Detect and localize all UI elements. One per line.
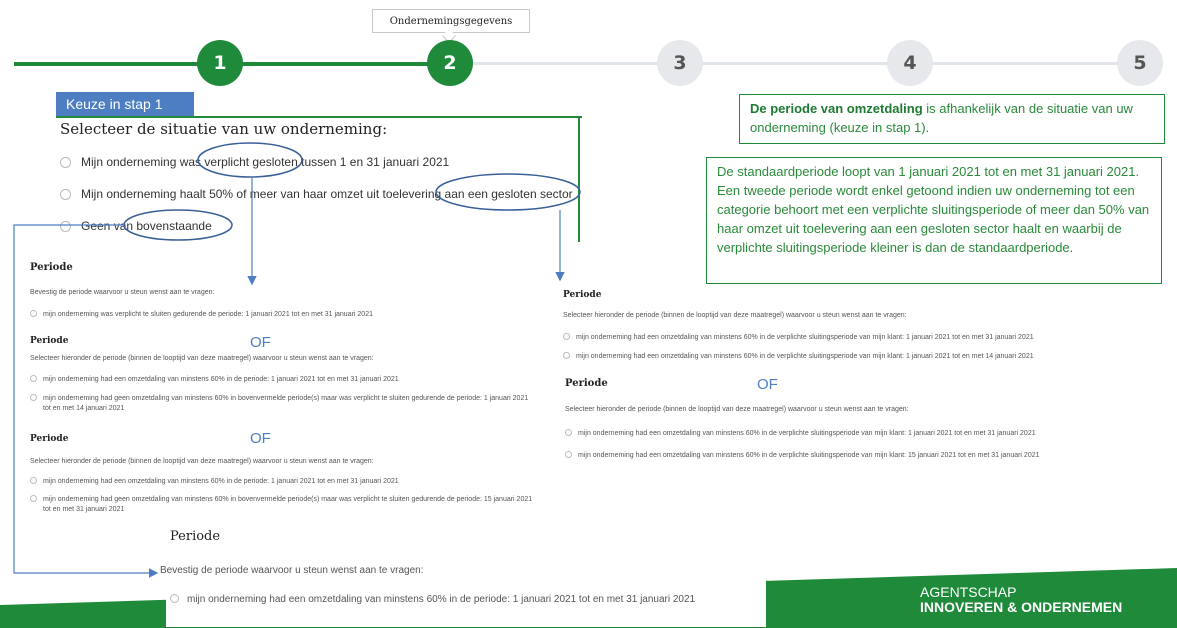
radio-button[interactable]: [60, 188, 71, 200]
panel-desc: Bevestig de periode waarvoor u steun wen…: [30, 289, 215, 296]
radio-button[interactable]: [563, 333, 570, 340]
situation-option-none[interactable]: Geen van bovenstaande: [60, 219, 212, 233]
step-connector-todo: [470, 62, 1150, 65]
period-option[interactable]: mijn onderneming had een omzetdaling van…: [565, 429, 1036, 439]
radio-button[interactable]: [60, 156, 71, 168]
radio-button[interactable]: [30, 495, 37, 502]
step-1-label: 1: [213, 52, 227, 74]
step-4-label: 4: [903, 52, 917, 74]
radio-button[interactable]: [30, 394, 37, 401]
option-label: mijn onderneming had een omzetdaling van…: [578, 452, 1040, 459]
option-label-block: mijn onderneming had geen omzetdaling va…: [43, 495, 532, 515]
panel-title: Periode: [170, 529, 221, 544]
panel-desc: Selecteer hieronder de periode (binnen d…: [30, 458, 374, 465]
option-label: Mijn onderneming haalt 50% of meer van h…: [81, 187, 573, 201]
panel-title: Periode: [565, 378, 608, 389]
step-1[interactable]: 1: [197, 40, 243, 86]
info-box-bold: De periode van omzetdaling: [750, 101, 923, 116]
step-5-label: 5: [1133, 52, 1147, 74]
panel-desc: Selecteer hieronder de periode (binnen d…: [563, 312, 907, 319]
option-label-cont: tot en met 14 januari 2021: [43, 405, 125, 412]
situation-option-supplier[interactable]: Mijn onderneming haalt 50% of meer van h…: [60, 187, 573, 201]
step-5[interactable]: 5: [1117, 40, 1163, 86]
option-label: mijn onderneming had een omzetdaling van…: [576, 334, 1034, 341]
agency-logo: AGENTSCHAP INNOVEREN & ONDERNEMEN: [920, 585, 1122, 615]
step-3-label: 3: [673, 52, 687, 74]
period-option[interactable]: mijn onderneming was verplicht te sluite…: [30, 310, 373, 320]
option-label: mijn onderneming had een omzetdaling van…: [43, 478, 399, 485]
option-label: mijn onderneming had geen omzetdaling va…: [43, 496, 533, 503]
step-4[interactable]: 4: [887, 40, 933, 86]
option-label-block: mijn onderneming had geen omzetdaling va…: [43, 394, 528, 414]
panel-title: Periode: [563, 290, 602, 300]
period-option[interactable]: mijn onderneming had geen omzetdaling va…: [30, 495, 532, 515]
radio-button[interactable]: [563, 352, 570, 359]
agency-name-line1: AGENTSCHAP: [920, 584, 1017, 600]
radio-button[interactable]: [60, 220, 71, 232]
panel-desc: Selecteer hieronder de periode (binnen d…: [565, 406, 909, 413]
keuze-frame-top: [56, 116, 582, 118]
option-label: mijn onderneming was verplicht te sluite…: [43, 311, 373, 318]
radio-button[interactable]: [30, 477, 37, 484]
situation-option-closed[interactable]: Mijn onderneming was verplicht gesloten …: [60, 155, 449, 169]
panel-title: Periode: [30, 262, 73, 273]
period-option[interactable]: mijn onderneming had geen omzetdaling va…: [30, 394, 528, 414]
option-label: mijn onderneming had een omzetdaling van…: [187, 594, 696, 605]
keuze-frame-side: [578, 116, 580, 242]
info-box-standard-text: De standaardperiode loopt van 1 januari …: [717, 164, 1150, 255]
step-tooltip: Ondernemingsgegevens: [372, 9, 530, 33]
or-label: OF: [757, 376, 778, 393]
period-option[interactable]: mijn onderneming had een omzetdaling van…: [170, 594, 695, 606]
panel-desc: Bevestig de periode waarvoor u steun wen…: [160, 565, 424, 576]
option-label: Mijn onderneming was verplicht gesloten …: [81, 155, 450, 169]
panel-title: Periode: [30, 336, 69, 346]
situation-question: Selecteer de situatie van uw onderneming…: [60, 120, 388, 138]
step-2-label: 2: [443, 52, 457, 74]
or-label: OF: [250, 334, 271, 351]
info-box-standard-period: De standaardperiode loopt van 1 januari …: [706, 157, 1162, 284]
agency-name-line2: INNOVEREN & ONDERNEMEN: [920, 599, 1123, 615]
option-label: mijn onderneming had geen omzetdaling va…: [43, 395, 529, 402]
radio-button[interactable]: [565, 451, 572, 458]
option-label: mijn onderneming had een omzetdaling van…: [43, 376, 399, 383]
period-option[interactable]: mijn onderneming had een omzetdaling van…: [565, 451, 1040, 461]
radio-button[interactable]: [565, 429, 572, 436]
info-box-period: De periode van omzetdaling is afhankelij…: [739, 94, 1165, 144]
or-label: OF: [250, 430, 271, 447]
radio-button[interactable]: [30, 375, 37, 382]
period-option[interactable]: mijn onderneming had een omzetdaling van…: [563, 352, 1034, 362]
option-label-cont: tot en met 31 januari 2021: [43, 506, 125, 513]
radio-button[interactable]: [170, 594, 179, 603]
step-3[interactable]: 3: [657, 40, 703, 86]
keuze-label: Keuze in stap 1: [56, 92, 194, 116]
period-option[interactable]: mijn onderneming had een omzetdaling van…: [30, 477, 399, 487]
option-label: Geen van bovenstaande: [81, 219, 212, 233]
period-option[interactable]: mijn onderneming had een omzetdaling van…: [563, 333, 1034, 343]
step-2[interactable]: 2: [427, 40, 473, 86]
radio-button[interactable]: [30, 310, 37, 317]
panel-title: Periode: [30, 434, 69, 444]
option-label: mijn onderneming had een omzetdaling van…: [576, 353, 1034, 360]
bottom-period-panel: Periode Bevestig de periode waarvoor u s…: [160, 517, 766, 627]
period-option[interactable]: mijn onderneming had een omzetdaling van…: [30, 375, 399, 385]
panel-desc: Selecteer hieronder de periode (binnen d…: [30, 355, 374, 362]
option-label: mijn onderneming had een omzetdaling van…: [578, 430, 1036, 437]
